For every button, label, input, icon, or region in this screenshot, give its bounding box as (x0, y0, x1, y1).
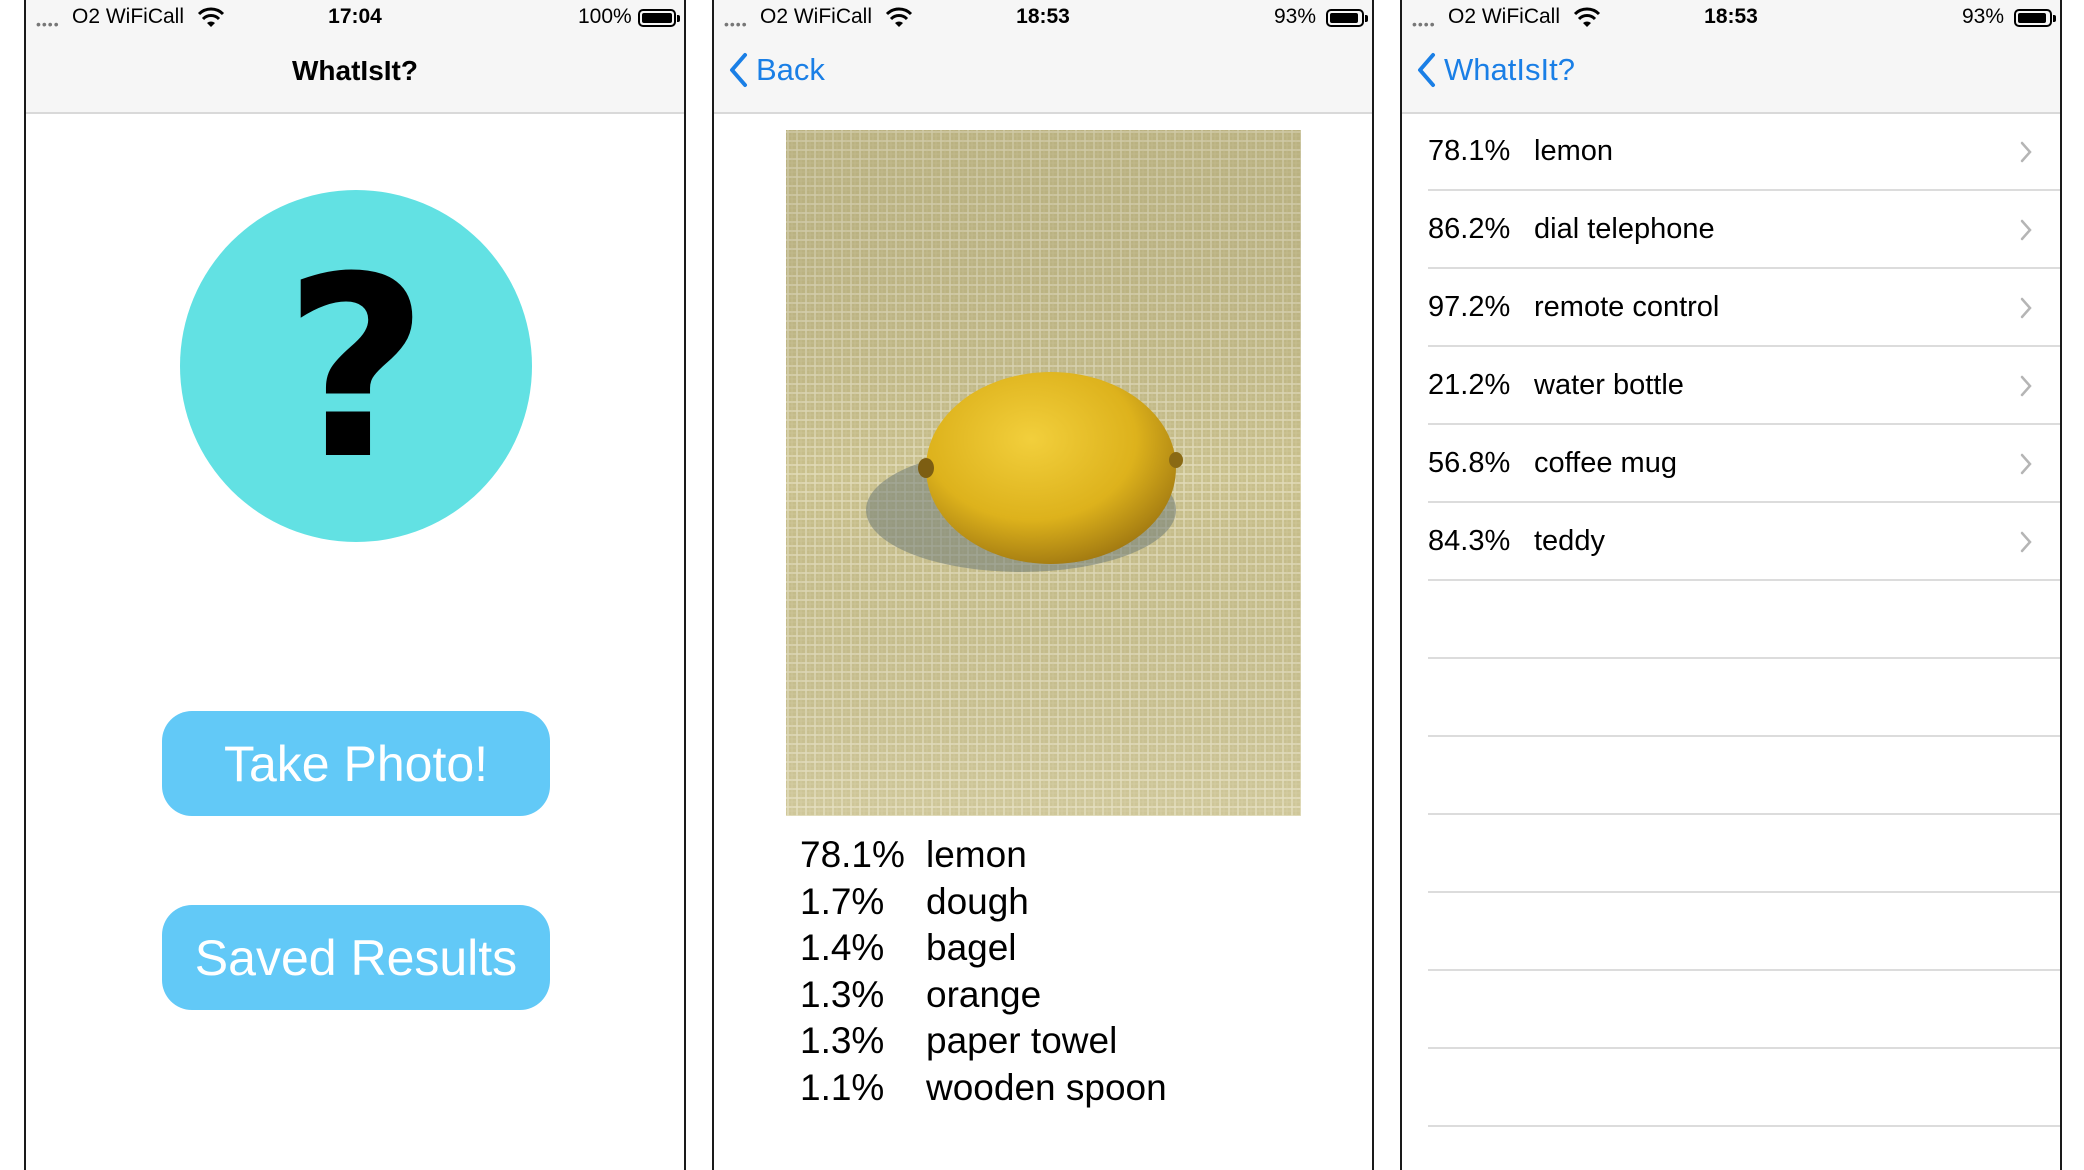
battery-icon (2014, 9, 2056, 27)
navigation-bar: •••• O2 WiFiCall 18:53 93% WhatIsIt? (1402, 0, 2060, 114)
battery-percent: 93% (1274, 5, 1317, 28)
status-bar: •••• O2 WiFiCall 18:53 93% (1402, 0, 2060, 36)
list-item[interactable]: 56.8% coffee mug (1428, 425, 2060, 503)
empty-row (1428, 893, 2060, 971)
saved-results-list: 78.1% lemon 86.2% dial telephone 97.2% remo… (1428, 113, 2060, 1127)
page-title: WhatIsIt? (292, 55, 418, 86)
question-circle-logo: ? (180, 190, 532, 542)
chevron-right-icon (2020, 141, 2032, 163)
result-row: 1.4% bagel (800, 927, 1017, 968)
status-bar: •••• O2 WiFiCall 17:04 100% (26, 0, 684, 36)
back-button[interactable]: WhatIsIt? (1416, 52, 1575, 88)
list-item[interactable]: 97.2% remote control (1428, 269, 2060, 347)
result-row: 1.3% orange (800, 973, 1042, 1015)
saved-results-button[interactable]: Saved Results (162, 905, 550, 1010)
back-button[interactable]: Back (728, 52, 825, 88)
chevron-right-icon (2020, 531, 2032, 553)
empty-row (1428, 659, 2060, 737)
saved-results-screen: •••• O2 WiFiCall 18:53 93% WhatIsIt? 78.… (1400, 0, 2062, 1170)
take-photo-button[interactable]: Take Photo! (162, 711, 550, 816)
result-screen: •••• O2 WiFiCall 18:53 93% Back 78.1% le… (712, 0, 1374, 1170)
list-item[interactable]: 84.3% teddy (1428, 503, 2060, 581)
battery-percent: 93% (1962, 5, 2005, 28)
lemon-photo (786, 130, 1301, 816)
chevron-left-icon (730, 53, 747, 87)
chevron-right-icon (2020, 219, 2032, 241)
question-mark-icon: ? (283, 223, 429, 514)
empty-row (1428, 815, 2060, 893)
empty-row (1428, 971, 2060, 1049)
navigation-bar: •••• O2 WiFiCall 17:04 100% WhatIsIt? (26, 0, 684, 114)
chevron-right-icon (2020, 453, 2032, 475)
result-row: 1.7% dough (800, 880, 1029, 922)
home-screen: •••• O2 WiFiCall 17:04 100% WhatIsIt? ? … (24, 0, 686, 1170)
result-row: 1.3% paper towel (800, 1020, 1118, 1061)
classification-results: 78.1% lemon 1.7% dough 1.4% bagel 1.3% orang… (800, 832, 1167, 1111)
navigation-bar: •••• O2 WiFiCall 18:53 93% Back (714, 0, 1372, 114)
empty-row (1428, 737, 2060, 815)
list-item[interactable]: 21.2% water bottle (1428, 347, 2060, 425)
chevron-right-icon (2020, 297, 2032, 319)
empty-row (1428, 1049, 2060, 1127)
list-item[interactable]: 78.1% lemon (1428, 113, 2060, 191)
battery-percent: 100% (578, 5, 632, 28)
back-label: Back (756, 52, 825, 87)
list-item[interactable]: 86.2% dial telephone (1428, 191, 2060, 269)
back-label: WhatIsIt? (1444, 52, 1575, 87)
result-row: 1.1% wooden spoon (800, 1066, 1167, 1108)
chevron-right-icon (2020, 375, 2032, 397)
status-bar: •••• O2 WiFiCall 18:53 93% (714, 0, 1372, 36)
chevron-left-icon (1418, 53, 1435, 87)
battery-icon (638, 9, 680, 27)
empty-row (1428, 581, 2060, 659)
result-row: 78.1% lemon (800, 834, 1027, 875)
battery-icon (1326, 9, 1368, 27)
